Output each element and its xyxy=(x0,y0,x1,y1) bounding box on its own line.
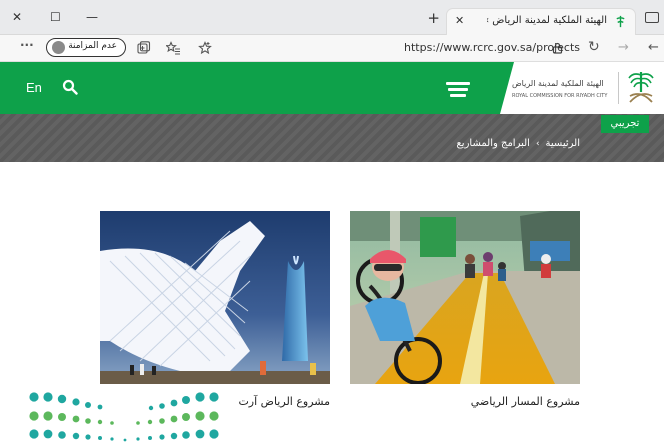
breadcrumb: الرئيسية › البرامج والمشاريع xyxy=(456,138,580,149)
tab-close-icon[interactable]: ✕ xyxy=(455,14,464,27)
browser-tab[interactable]: ✕ الهيئة الملكية لمدينة الرياض » البرا xyxy=(446,8,636,35)
screen: ✕ ☐ — + ✕ الهيئة الملكية لمدينة الرياض »… xyxy=(0,0,664,448)
browser-titlebar: ✕ ☐ — + ✕ الهيئة الملكية لمدينة الرياض »… xyxy=(0,0,664,35)
add-favorite-star-icon[interactable] xyxy=(198,41,212,55)
language-switch-link[interactable]: En xyxy=(26,80,42,95)
profile-sync-button[interactable]: عدم المزامنة xyxy=(46,38,126,57)
project-image-riyadh-art[interactable] xyxy=(100,211,330,384)
search-icon[interactable] xyxy=(62,79,78,95)
menu-hamburger-icon[interactable] xyxy=(446,82,470,97)
project-image-sports-track[interactable] xyxy=(350,211,580,384)
logo-divider xyxy=(618,72,619,104)
more-icon[interactable]: ··· xyxy=(20,38,34,52)
site-favicon-icon xyxy=(616,15,625,28)
breadcrumb-home-link[interactable]: الرئيسية xyxy=(546,138,580,149)
profile-sync-label: عدم المزامنة xyxy=(68,41,117,51)
decorative-dots-logo xyxy=(29,392,219,442)
breadcrumb-current: البرامج والمشاريع xyxy=(456,138,530,149)
new-tab-button[interactable]: + xyxy=(427,11,440,26)
project-title-riyadh-art[interactable]: مشروع الرياض آرت xyxy=(238,395,330,408)
favorites-star-icon[interactable] xyxy=(166,41,181,55)
logo-name-english: ROYAL COMMISSION FOR RIYADH CITY xyxy=(512,93,608,99)
forward-icon[interactable]: → xyxy=(618,40,629,55)
minimize-window-icon[interactable]: — xyxy=(86,10,98,24)
address-bar-row: ← → ↻ https://www.rcrc.gov.sa/projects ع… xyxy=(0,35,664,62)
tab-title: الهيئة الملكية لمدينة الرياض » البرا xyxy=(487,15,607,26)
saudi-emblem-icon xyxy=(628,72,654,103)
logo-name-arabic: الهيئة الملكية لمدينة الرياض xyxy=(512,79,604,88)
avatar-icon xyxy=(52,41,65,54)
breadcrumb-separator-icon: › xyxy=(535,138,540,149)
site-logo[interactable]: الهيئة الملكية لمدينة الرياض ROYAL COMMI… xyxy=(500,62,664,114)
close-window-icon[interactable]: ✕ xyxy=(12,10,22,24)
refresh-icon[interactable]: ↻ xyxy=(588,39,600,55)
maximize-window-icon[interactable]: ☐ xyxy=(50,10,61,24)
beta-badge: تجريبي xyxy=(601,115,649,133)
project-title-sports-track[interactable]: مشروع المسار الرياضي xyxy=(471,395,580,408)
back-icon[interactable]: ← xyxy=(648,40,659,55)
url-input[interactable]: https://www.rcrc.gov.sa/projects xyxy=(404,41,580,54)
tab-actions-icon[interactable] xyxy=(645,12,659,23)
collections-icon[interactable] xyxy=(136,41,151,56)
